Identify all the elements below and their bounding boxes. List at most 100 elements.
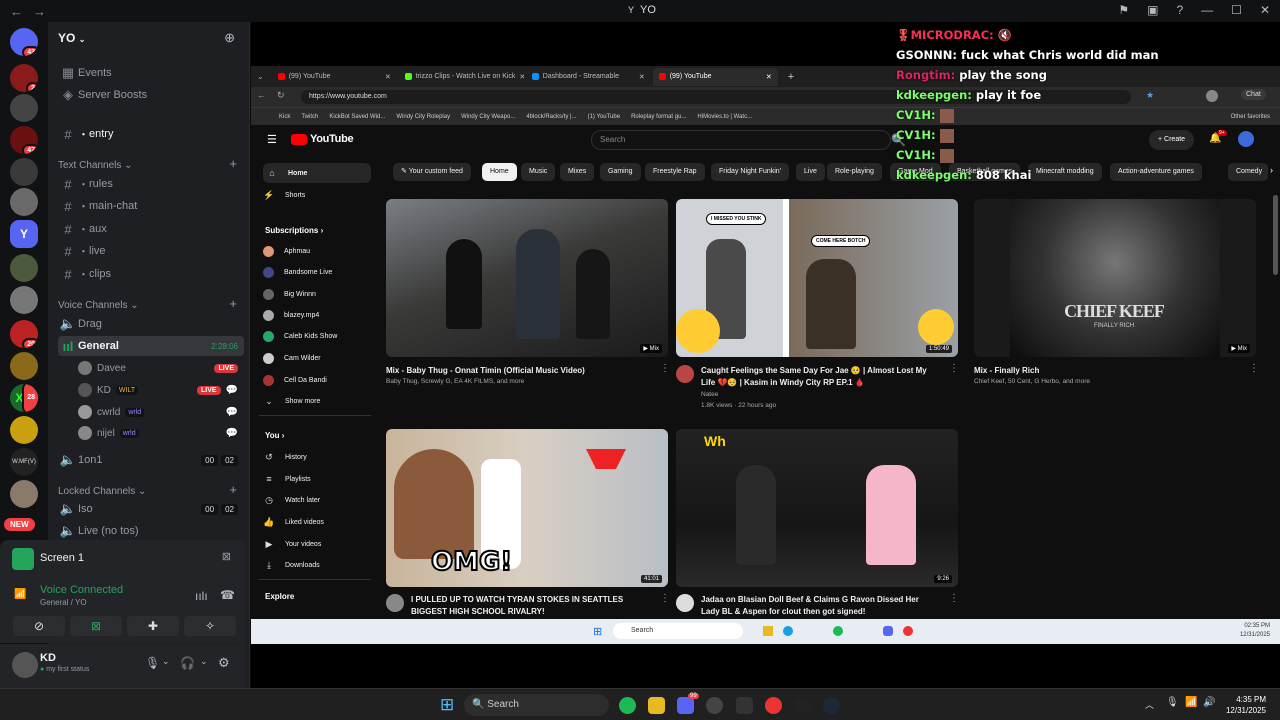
show-more-button[interactable]: ⌄ Show more [263,391,373,411]
profile-avatar[interactable] [1206,90,1218,102]
add-channel-icon[interactable]: + [229,156,237,171]
video-thumbnail[interactable]: Wh 9:26 [676,429,958,587]
video-title[interactable]: Caught Feelings the Same Day For Jae 🥺 |… [701,365,936,389]
soundboard-button[interactable]: ✧ [184,616,236,636]
microphone-icon[interactable]: 🎙 [145,656,160,670]
back-arrow-icon[interactable]: ← [10,4,23,19]
minimize-icon[interactable]: — [1201,3,1213,17]
voice-channel-1on1[interactable]: 🔈 1on1 00 02 [58,450,244,470]
server-icon[interactable] [10,286,38,314]
add-voice-channel-icon[interactable]: + [229,296,237,311]
voice-location[interactable]: General / YO [40,598,87,607]
more-options-icon[interactable]: ⋮ [949,363,959,374]
subscription-item[interactable]: Aphmau [263,241,373,261]
chip-home[interactable]: Home [482,163,517,181]
bookmark-item[interactable]: (1) YouTube [588,114,620,120]
chip-gaming[interactable]: Gaming [600,163,641,181]
close-icon[interactable]: ✕ [1260,3,1270,17]
server-boosts-item[interactable]: ◈ Server Boosts [58,85,244,105]
bookmark-item[interactable]: Kick [279,114,290,120]
server-icon[interactable] [10,158,38,186]
chip-live[interactable]: Live [796,163,825,181]
sidebar-item-playlists[interactable]: ≡ Playlists [263,469,373,489]
voice-channel-live-no-tos[interactable]: 🔈 Live (no tos) [58,521,244,541]
browser-tab[interactable]: (99) YouTube ✕ [272,68,397,86]
subscription-item[interactable]: blazey.mp4 [263,305,373,325]
steam-icon[interactable] [823,697,840,714]
avatar[interactable] [12,652,38,678]
subscription-item[interactable]: Cell Da Bandi [263,370,373,390]
chevron-down-icon[interactable]: ⌄ [200,656,208,667]
you-header[interactable]: You › [265,431,284,440]
server-icon[interactable] [10,480,38,508]
server-icon[interactable]: XG28 [10,384,38,412]
channel-name[interactable]: Natee [701,391,961,398]
video-thumbnail[interactable]: I MISSED YOU STINK COME HERE BOTCH 1:50:… [676,199,958,357]
system-clock[interactable]: 4:35 PM 12/31/2025 [1222,694,1266,716]
scrollbar[interactable] [1273,195,1278,275]
channel-avatar[interactable] [386,594,404,612]
subscription-item[interactable]: Bandsome Live [263,262,373,282]
server-icon[interactable] [10,188,38,216]
more-options-icon[interactable]: ⋮ [1249,363,1259,374]
server-icon[interactable] [10,94,38,122]
video-title[interactable]: I PULLED UP TO WATCH TYRAN STOKES IN SEA… [411,594,646,618]
help-icon[interactable]: ? [1176,3,1183,17]
other-favorites[interactable]: Other favorites [1231,114,1270,120]
wifi-icon[interactable]: 📶 [1185,697,1197,708]
headphones-icon[interactable]: 🎧 [180,656,195,670]
subscription-item[interactable]: Cam Wilder [263,348,373,368]
voice-user[interactable]: Davee LIVE [78,358,238,378]
new-tab-icon[interactable]: + [788,71,794,83]
bookmark-item[interactable]: Windy City Weapo... [461,114,515,120]
forward-arrow-icon[interactable]: → [33,4,46,19]
voice-channel-drag[interactable]: 🔈 Drag [58,314,244,334]
copilot-chat-button[interactable]: Chat [1241,89,1266,100]
inbox-icon[interactable]: ▣ [1147,3,1158,17]
channel-rules[interactable]: # ・ rules [58,174,244,194]
sidebar-item-liked-videos[interactable]: 👍 Liked videos [263,512,373,532]
sidebar-item-your-videos[interactable]: ▶ Your videos [263,534,373,554]
chip-role-playing[interactable]: Role-playing [827,163,882,181]
browser-tab[interactable]: Dashboard - Streamable ✕ [526,68,651,86]
video-thumbnail[interactable]: ▶ Mix [386,199,668,357]
chip-custom-feed[interactable]: ✎ Your custom feed [393,163,471,181]
taskbar-search[interactable]: 🔍 Search [464,694,609,716]
disconnect-icon[interactable]: ☎ [220,588,235,602]
sidebar-item-home[interactable]: ⌂ Home [263,163,371,183]
video-title[interactable]: Jadaa on Blasian Doll Beef & Claims G Ra… [701,594,936,618]
camera-button[interactable]: ⊘ [13,616,65,636]
add-member-icon[interactable]: ⊕ [224,30,235,46]
voice-channels-category[interactable]: Voice Channels ⌄ [58,300,139,311]
server-icon[interactable] [10,352,38,380]
close-tab-icon[interactable]: ✕ [766,73,772,81]
subscription-item[interactable]: Big Winnn [263,284,373,304]
channel-avatar[interactable] [676,365,694,383]
voice-user[interactable]: cwrld wrld 💬 [78,402,238,422]
hamburger-menu-icon[interactable]: ☰ [267,133,277,146]
chip-comedy[interactable]: Comedy [1228,163,1268,181]
screen-share-button[interactable]: ⊠ [70,616,122,636]
server-icon[interactable] [10,254,38,282]
bookmark-item[interactable]: KickBot Saved Wid... [329,114,385,120]
account-avatar[interactable] [1238,131,1254,147]
sidebar-item-history[interactable]: ↺ History [263,447,373,467]
chevron-right-icon[interactable]: › [1270,165,1273,175]
soundboard-icon[interactable]: ıılı [195,589,208,603]
video-title[interactable]: Mix - Baby Thug - Onnat Timin (Official … [386,365,646,377]
spotify-icon[interactable] [619,697,636,714]
obs-icon[interactable] [706,697,723,714]
bookmark-item[interactable]: Windy City Roleplay [396,114,450,120]
chip-mixes[interactable]: Mixes [560,163,595,181]
youtube-logo[interactable]: YouTube [291,133,354,145]
subscriptions-header[interactable]: Subscriptions › [265,226,323,235]
windows-start-icon[interactable]: ⊞ [440,695,454,715]
events-item[interactable]: ▦ Events [58,63,244,83]
gear-icon[interactable]: ⚙ [218,655,230,671]
channel-aux[interactable]: # ・ aux [58,219,244,239]
file-explorer-icon[interactable] [648,697,665,714]
subscription-item[interactable]: Caleb Kids Show [263,326,373,346]
back-icon[interactable]: ← [257,90,266,100]
browser-tab-active[interactable]: (99) YouTube ✕ [652,67,778,86]
server-icon[interactable]: 2 [10,64,38,92]
